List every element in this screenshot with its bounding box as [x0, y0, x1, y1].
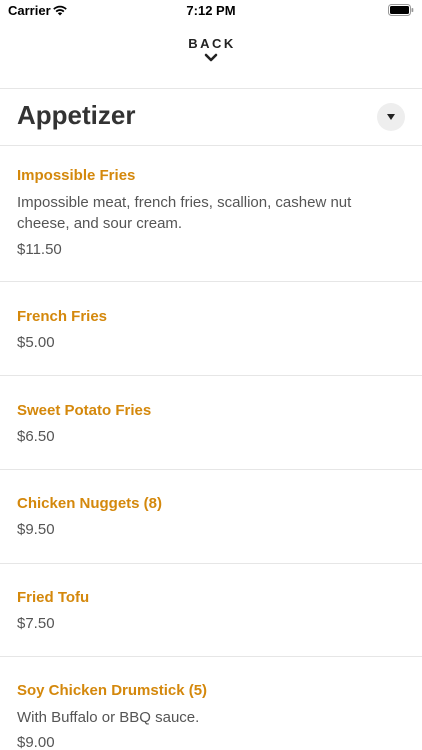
- item-description: With Buffalo or BBQ sauce.: [17, 709, 200, 726]
- back-button[interactable]: BACK: [0, 36, 422, 63]
- item-name: Fried Tofu: [17, 589, 90, 606]
- item-price: $7.50: [17, 615, 55, 632]
- menu-item[interactable]: French Fries $5.00: [0, 282, 422, 375]
- item-price: $11.50: [17, 241, 62, 258]
- chevron-down-icon: [204, 53, 218, 62]
- item-name: Impossible Fries: [17, 167, 136, 184]
- menu-item[interactable]: Chicken Nuggets (8) $9.50: [0, 470, 422, 563]
- category-dropdown-button[interactable]: [377, 103, 405, 131]
- caret-down-icon: [387, 114, 395, 120]
- item-name: French Fries: [17, 308, 108, 325]
- divider: [0, 88, 422, 89]
- item-price: $5.00: [17, 334, 55, 351]
- item-price: $6.50: [17, 428, 55, 445]
- item-name: Chicken Nuggets (8): [17, 495, 163, 512]
- battery-icon: [388, 4, 414, 16]
- status-bar: Carrier 7:12 PM: [0, 0, 422, 22]
- menu-item[interactable]: Soy Chicken Drumstick (5) With Buffalo o…: [0, 657, 422, 750]
- menu-item[interactable]: Impossible Fries Impossible meat, french…: [0, 146, 422, 281]
- menu-screen: Carrier 7:12 PM BACK Appetizer Impossibl…: [0, 0, 422, 750]
- status-time: 7:12 PM: [186, 3, 236, 18]
- item-name: Soy Chicken Drumstick (5): [17, 682, 208, 699]
- menu-item[interactable]: Fried Tofu $7.50: [0, 564, 422, 657]
- item-price: $9.00: [17, 734, 55, 750]
- item-description: Impossible meat, french fries, scallion,…: [17, 194, 352, 232]
- item-price: $9.50: [17, 521, 55, 538]
- category-title: Appetizer: [17, 100, 136, 130]
- back-label: BACK: [188, 36, 236, 51]
- item-name: Sweet Potato Fries: [17, 402, 152, 419]
- menu-item[interactable]: Sweet Potato Fries $6.50: [0, 376, 422, 469]
